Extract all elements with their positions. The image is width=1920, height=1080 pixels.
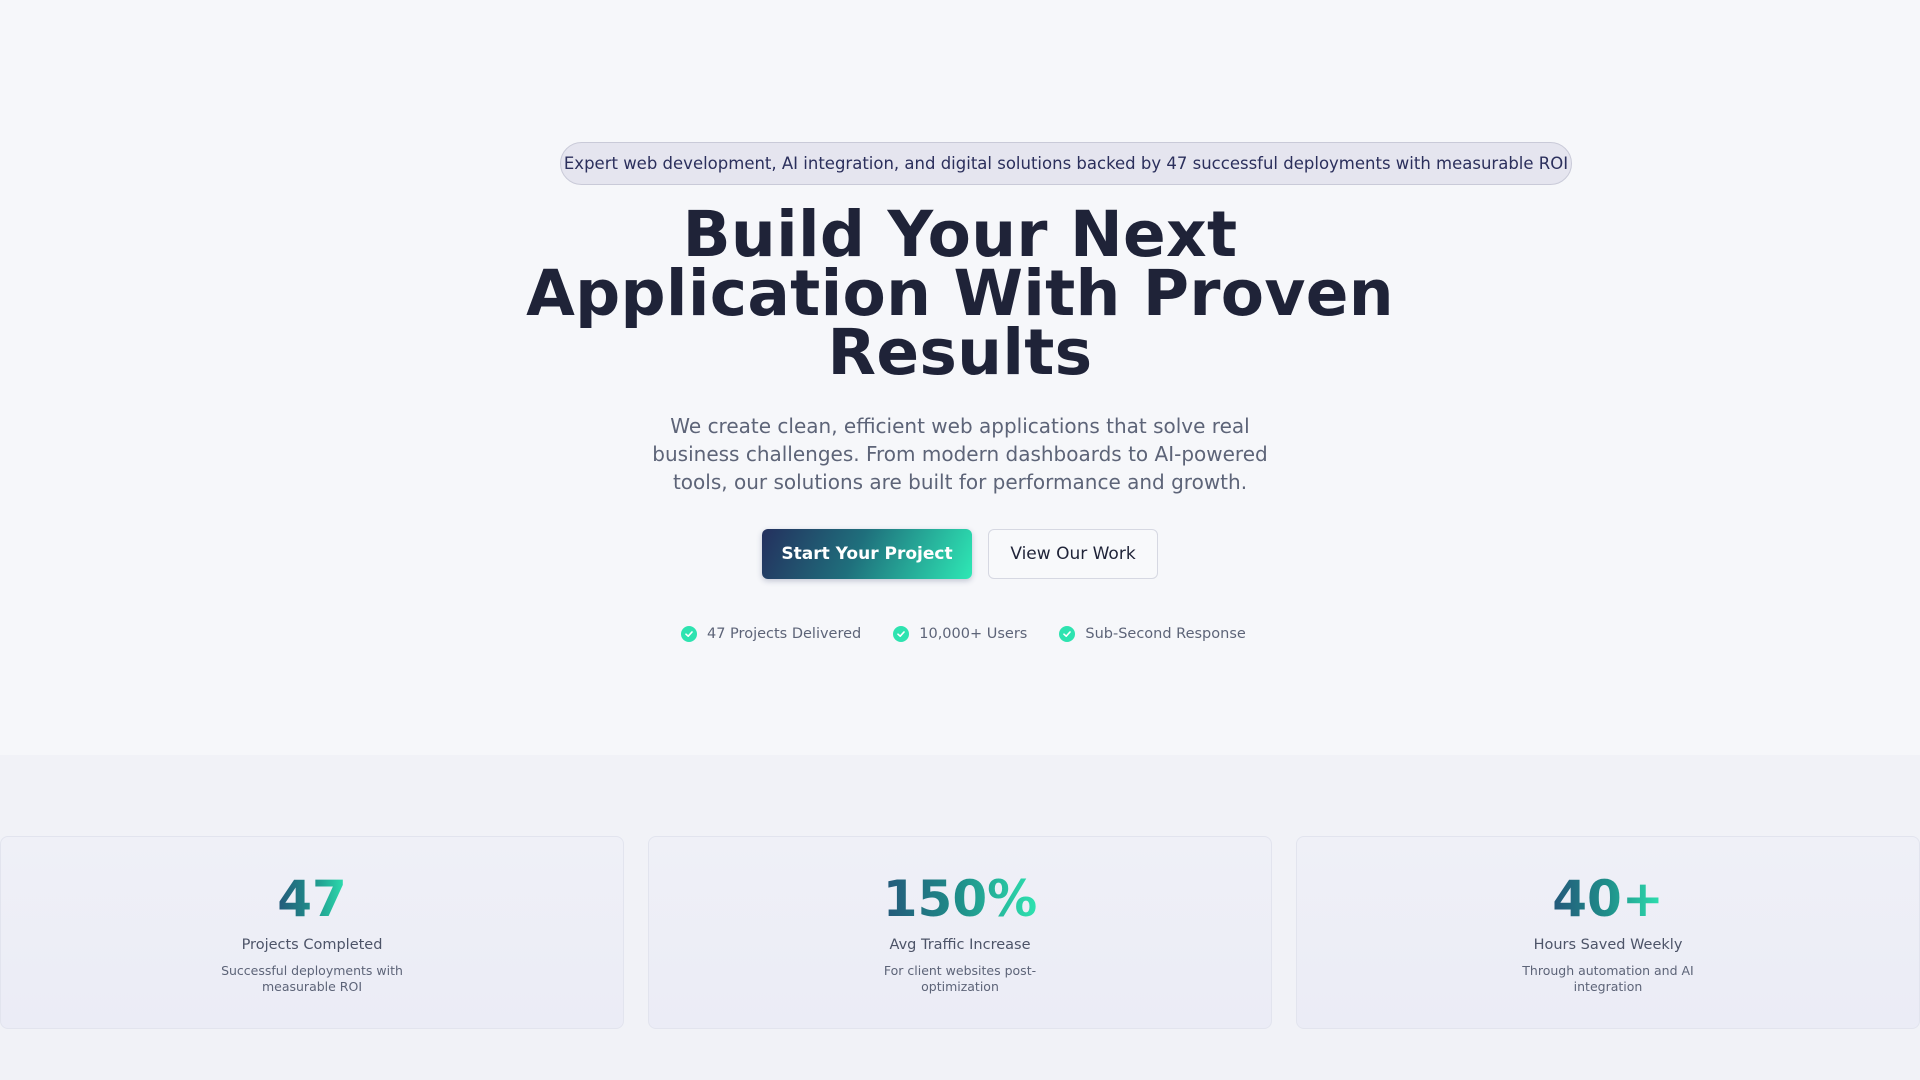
stat-card-projects: 47 Projects Completed Successful deploym… xyxy=(0,836,624,1029)
badge-users: 10,000+ Users xyxy=(893,626,1027,642)
stat-value: 47 xyxy=(277,870,347,928)
stat-description: Successful deployments with measurable R… xyxy=(221,963,403,994)
badge-response: Sub-Second Response xyxy=(1059,626,1246,642)
stat-label: Projects Completed xyxy=(241,937,383,953)
badge-label: 10,000+ Users xyxy=(919,626,1028,642)
check-circle-icon xyxy=(893,626,910,642)
start-project-button[interactable]: Start Your Project xyxy=(762,529,972,579)
hero-subtext: We create clean, efficient web applicati… xyxy=(652,414,1268,494)
stat-description: For client websites post-optimization xyxy=(883,963,1037,994)
view-work-button[interactable]: View Our Work xyxy=(988,529,1158,579)
stat-label: Avg Traffic Increase xyxy=(889,937,1031,953)
stat-card-hours: 40+ Hours Saved Weekly Through automatio… xyxy=(1296,836,1920,1029)
check-circle-icon xyxy=(681,626,697,642)
stats-section: 47 Projects Completed Successful deploym… xyxy=(0,755,1920,1080)
hero-section: Expert web development, AI integration, … xyxy=(0,0,1920,755)
stat-label: Hours Saved Weekly xyxy=(1533,937,1683,953)
trust-badges: 47 Projects Delivered 10,000+ Users Sub-… xyxy=(681,626,1246,642)
stat-card-traffic: 150% Avg Traffic Increase For client web… xyxy=(648,836,1272,1029)
tagline-pill: Expert web development, AI integration, … xyxy=(560,142,1572,185)
stat-value: 150% xyxy=(882,870,1038,928)
badge-projects-delivered: 47 Projects Delivered xyxy=(681,626,861,642)
hero-headline: Build Your Next Application With Proven … xyxy=(510,203,1410,384)
check-circle-icon xyxy=(1059,626,1076,642)
stat-description: Through automation and AI integration xyxy=(1522,963,1694,994)
headline-line-3: Results xyxy=(827,316,1093,389)
stat-value: 40+ xyxy=(1552,870,1664,928)
badge-label: Sub-Second Response xyxy=(1085,626,1246,642)
badge-label: 47 Projects Delivered xyxy=(707,626,862,642)
